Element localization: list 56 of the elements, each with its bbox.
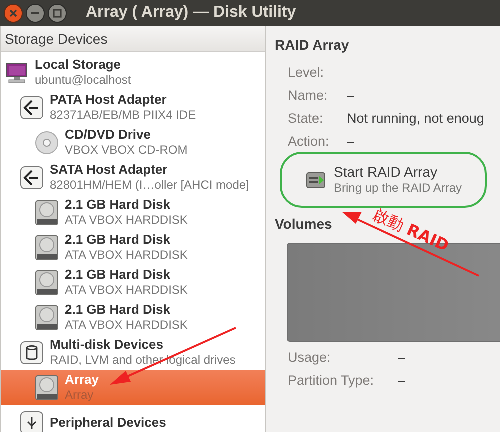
- item-title: PATA Host Adapter: [50, 92, 168, 108]
- tree-item[interactable]: CD/DVD Drive VBOX VBOX CD-ROM: [1, 125, 265, 160]
- item-title: 2.1 GB Hard Disk: [65, 197, 172, 213]
- item-title: CD/DVD Drive: [65, 127, 152, 143]
- item-title: SATA Host Adapter: [50, 162, 169, 178]
- computer-icon: [6, 62, 28, 84]
- disc-icon: [35, 130, 59, 154]
- item-subtitle: ATA VBOX HARDDISK: [65, 283, 188, 298]
- field-label: Name:: [288, 87, 329, 106]
- window-title: Array ( Array) — Disk Utility: [86, 3, 296, 23]
- item-subtitle: ATA VBOX HARDDISK: [65, 213, 188, 228]
- field-value: Not running, not enoug: [347, 110, 484, 128]
- drive-play-icon: [306, 172, 326, 188]
- tree-item[interactable]: Local Storage ubuntu@localhost: [1, 55, 265, 90]
- field-value: –: [398, 349, 406, 368]
- adapter-icon: [20, 96, 44, 120]
- start-raid-button[interactable]: Start RAID Array Bring up the RAID Array: [280, 152, 487, 208]
- item-title: Local Storage: [35, 57, 122, 73]
- tree-item[interactable]: 2.1 GB Hard Disk ATA VBOX HARDDISK: [1, 230, 265, 265]
- close-icon[interactable]: [4, 4, 23, 22]
- tree-item[interactable]: 2.1 GB Hard Disk ATA VBOX HARDDISK: [1, 265, 265, 300]
- item-title: Array: [65, 372, 99, 388]
- usb-icon: [20, 410, 44, 432]
- item-title: 2.1 GB Hard Disk: [65, 232, 172, 248]
- item-subtitle: ATA VBOX HARDDISK: [65, 318, 188, 333]
- tree-item[interactable]: 2.1 GB Hard Disk ATA VBOX HARDDISK: [1, 300, 265, 335]
- item-subtitle: VBOX VBOX CD-ROM: [65, 143, 188, 158]
- item-title: 2.1 GB Hard Disk: [65, 302, 172, 318]
- item-subtitle: ATA VBOX HARDDISK: [65, 248, 188, 263]
- maximize-icon[interactable]: [48, 4, 67, 22]
- item-title: 2.1 GB Hard Disk: [65, 267, 172, 283]
- field-label: Usage:: [288, 349, 332, 368]
- item-title: Peripheral Devices: [50, 414, 166, 430]
- item-subtitle: 82371AB/EB/MB PIIX4 IDE: [50, 108, 196, 123]
- sidebar-header: Storage Devices: [1, 26, 265, 52]
- adapter-icon: [20, 166, 44, 190]
- tree-item[interactable]: PATA Host Adapter 82371AB/EB/MB PIIX4 IDE: [1, 90, 265, 125]
- field-label: Level:: [288, 64, 326, 82]
- field-label: State:: [288, 110, 324, 128]
- tree-item[interactable]: SATA Host Adapter 82801HM/HEM (I…oller [AHCI mode]: [1, 160, 265, 195]
- item-subtitle: 82801HM/HEM (I…oller [AHCI mode]: [50, 178, 250, 193]
- section-heading: RAID Array: [275, 36, 350, 55]
- field-value: –: [398, 372, 406, 390]
- field-value: –: [347, 133, 355, 152]
- field-label: Partition Type:: [288, 372, 376, 390]
- tree-item[interactable]: Peripheral Devices: [1, 405, 265, 432]
- cylinder-icon: [20, 340, 44, 364]
- minimize-icon[interactable]: [26, 4, 45, 22]
- field-label: Action:: [288, 133, 330, 152]
- annotation-text: 啟動 RAID: [370, 205, 452, 256]
- item-title: Multi-disk Devices: [50, 337, 164, 353]
- item-subtitle: Array: [65, 388, 95, 403]
- item-subtitle: ubuntu@localhost: [35, 73, 132, 88]
- field-value: –: [347, 87, 355, 106]
- section-heading: Volumes: [275, 215, 332, 234]
- tree-item[interactable]: 2.1 GB Hard Disk ATA VBOX HARDDISK: [1, 195, 265, 230]
